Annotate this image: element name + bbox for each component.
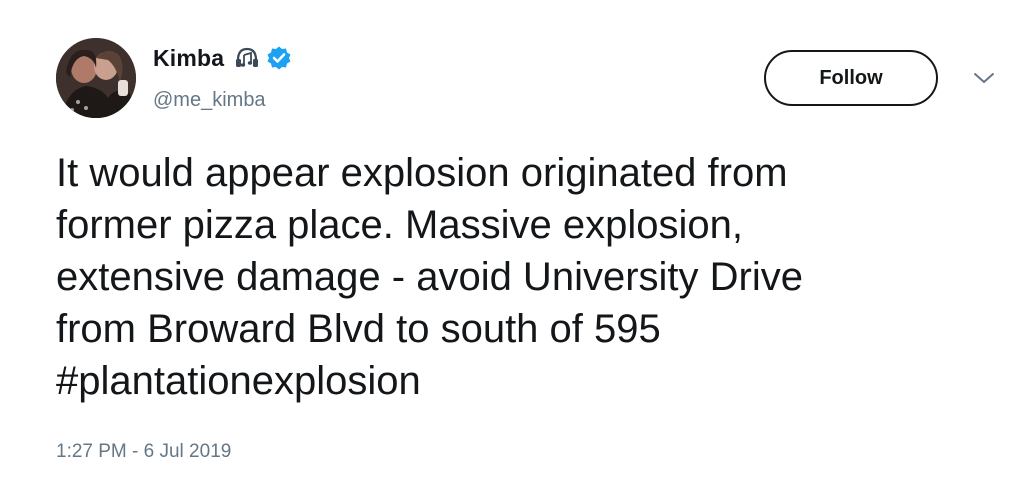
- user-handle[interactable]: @me_kimba: [153, 89, 266, 112]
- music-note-icon: [232, 43, 262, 73]
- tweet-text-line: It would appear explosion originated fro…: [56, 151, 788, 195]
- tweet-text-line: former pizza place. Massive explosion,: [56, 203, 743, 247]
- name-row: Kimba: [153, 43, 292, 73]
- tweet-text: It would appear explosion originated fro…: [56, 147, 976, 407]
- tweet-text-line: from Broward Blvd to south of 595: [56, 307, 661, 351]
- tweet-card: Kimba @me_kimba Follow It would appear e…: [0, 0, 1024, 481]
- tweet-text-line: extensive damage - avoid University Driv…: [56, 255, 803, 299]
- avatar-photo: [56, 38, 136, 118]
- avatar[interactable]: [56, 38, 136, 118]
- hashtag-link[interactable]: #plantationexplosion: [56, 355, 976, 407]
- display-name[interactable]: Kimba: [153, 45, 224, 72]
- follow-button[interactable]: Follow: [764, 50, 938, 106]
- verified-badge-icon: [266, 45, 292, 71]
- chevron-down-icon[interactable]: [972, 70, 996, 86]
- tweet-timestamp[interactable]: 1:27 PM - 6 Jul 2019: [56, 441, 231, 463]
